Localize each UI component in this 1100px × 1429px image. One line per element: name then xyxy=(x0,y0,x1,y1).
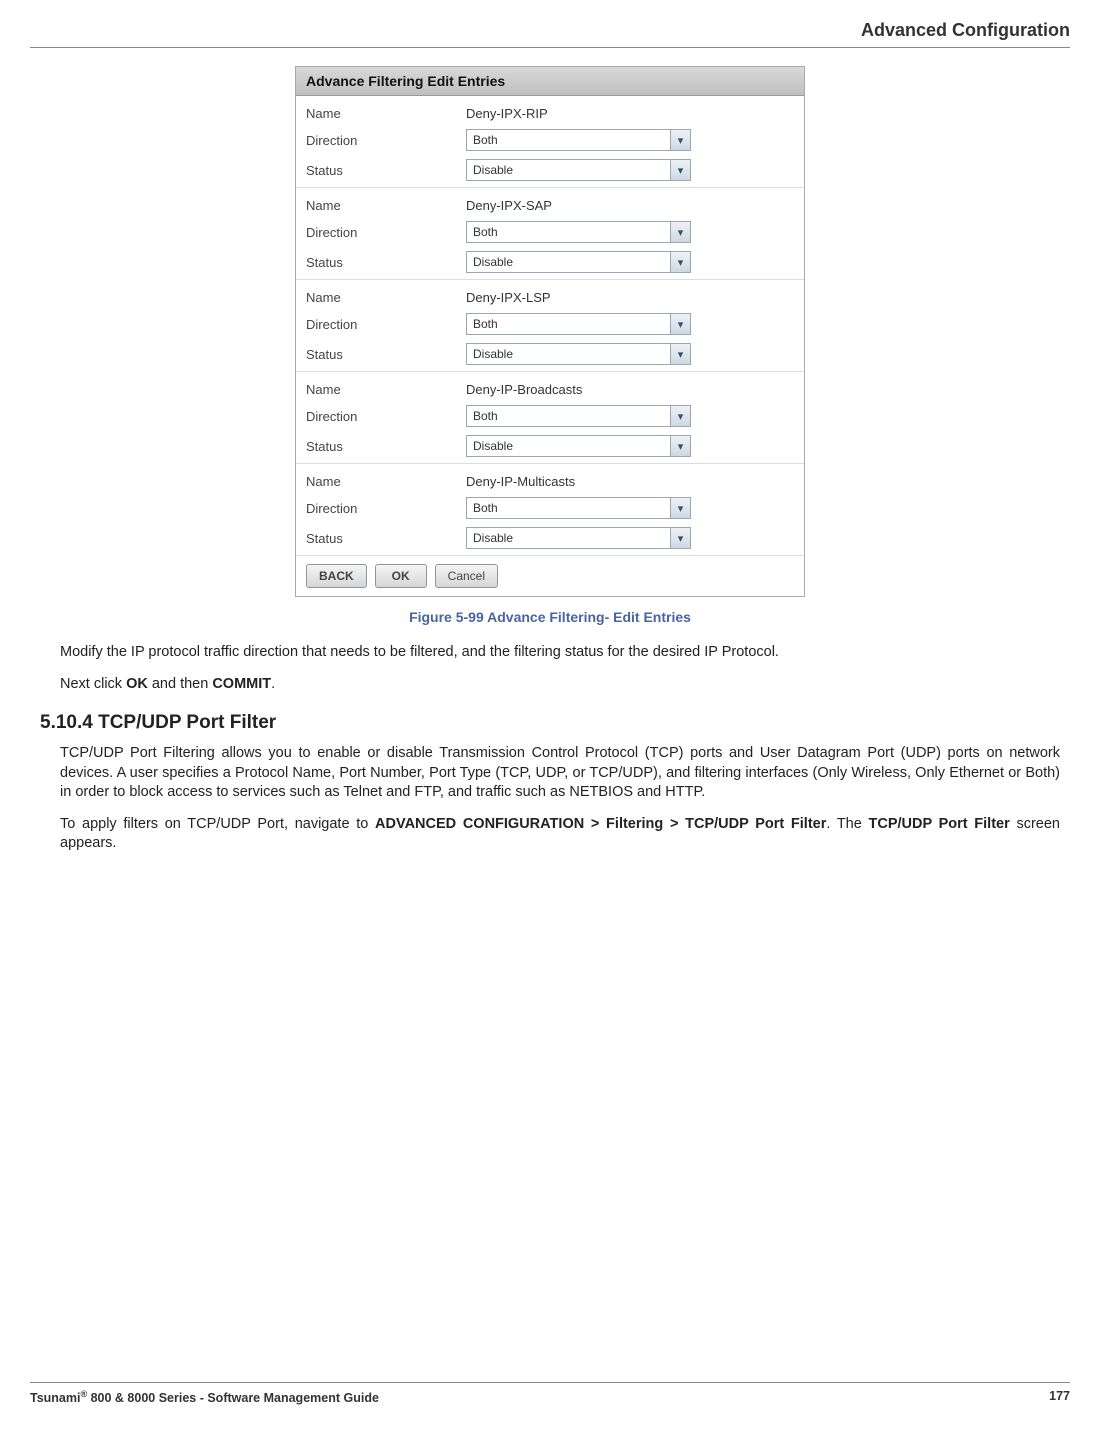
status-select-value: Disable xyxy=(473,163,513,177)
direction-select[interactable]: Both ▾ xyxy=(466,129,691,151)
form-row: Name Deny-IP-Broadcasts xyxy=(306,378,794,401)
status-select-value: Disable xyxy=(473,531,513,545)
form-row: Name Deny-IPX-SAP xyxy=(306,194,794,217)
entry-block: Name Deny-IP-Broadcasts Direction Both ▾… xyxy=(296,371,804,463)
label-direction: Direction xyxy=(306,225,466,240)
status-select-value: Disable xyxy=(473,255,513,269)
text-bold: TCP/UDP Port Filter xyxy=(869,816,1010,832)
paragraph: Modify the IP protocol traffic direction… xyxy=(60,643,1060,663)
footer-product: Tsunami xyxy=(30,1391,80,1405)
chevron-down-icon: ▾ xyxy=(670,130,690,150)
text-bold: ADVANCED CONFIGURATION > Filtering > TCP… xyxy=(375,816,826,832)
label-name: Name xyxy=(306,290,466,305)
value-name: Deny-IPX-SAP xyxy=(466,198,552,213)
header-rule xyxy=(30,47,1070,48)
label-direction: Direction xyxy=(306,409,466,424)
back-button[interactable]: BACK xyxy=(306,564,367,588)
page-header-title: Advanced Configuration xyxy=(0,0,1100,47)
status-select[interactable]: Disable ▾ xyxy=(466,435,691,457)
label-direction: Direction xyxy=(306,317,466,332)
form-row: Status Disable ▾ xyxy=(306,247,794,277)
cancel-button[interactable]: Cancel xyxy=(435,564,498,588)
form-row: Direction Both ▾ xyxy=(306,401,794,431)
chevron-down-icon: ▾ xyxy=(670,406,690,426)
label-name: Name xyxy=(306,474,466,489)
entry-block: Name Deny-IPX-RIP Direction Both ▾ Statu… xyxy=(296,96,804,187)
direction-select[interactable]: Both ▾ xyxy=(466,221,691,243)
body-text: Modify the IP protocol traffic direction… xyxy=(0,643,1100,854)
entry-block: Name Deny-IPX-LSP Direction Both ▾ Statu… xyxy=(296,279,804,371)
status-select[interactable]: Disable ▾ xyxy=(466,343,691,365)
label-name: Name xyxy=(306,198,466,213)
dialog-title: Advance Filtering Edit Entries xyxy=(296,67,804,96)
chevron-down-icon: ▾ xyxy=(670,528,690,548)
chevron-down-icon: ▾ xyxy=(670,252,690,272)
text: . The xyxy=(826,816,868,832)
chevron-down-icon: ▾ xyxy=(670,314,690,334)
value-name: Deny-IP-Multicasts xyxy=(466,474,575,489)
text: and then xyxy=(148,676,213,692)
label-name: Name xyxy=(306,106,466,121)
section-heading: 5.10.4 TCP/UDP Port Filter xyxy=(40,712,1060,734)
form-row: Direction Both ▾ xyxy=(306,125,794,155)
value-name: Deny-IPX-RIP xyxy=(466,106,548,121)
form-row: Status Disable ▾ xyxy=(306,155,794,185)
label-name: Name xyxy=(306,382,466,397)
label-status: Status xyxy=(306,531,466,546)
label-status: Status xyxy=(306,163,466,178)
status-select[interactable]: Disable ▾ xyxy=(466,527,691,549)
paragraph: Next click OK and then COMMIT. xyxy=(60,675,1060,695)
figure-caption: Figure 5-99 Advance Filtering- Edit Entr… xyxy=(0,609,1100,625)
direction-select-value: Both xyxy=(473,409,498,423)
direction-select[interactable]: Both ▾ xyxy=(466,313,691,335)
entry-block: Name Deny-IPX-SAP Direction Both ▾ Statu… xyxy=(296,187,804,279)
label-status: Status xyxy=(306,347,466,362)
label-status: Status xyxy=(306,255,466,270)
form-row: Status Disable ▾ xyxy=(306,431,794,461)
direction-select[interactable]: Both ▾ xyxy=(466,497,691,519)
text: . xyxy=(271,676,275,692)
page-number: 177 xyxy=(1049,1389,1070,1405)
chevron-down-icon: ▾ xyxy=(670,498,690,518)
direction-select-value: Both xyxy=(473,317,498,331)
status-select[interactable]: Disable ▾ xyxy=(466,159,691,181)
page-footer: Tsunami® 800 & 8000 Series - Software Ma… xyxy=(30,1382,1070,1405)
paragraph: To apply filters on TCP/UDP Port, naviga… xyxy=(60,815,1060,854)
form-row: Direction Both ▾ xyxy=(306,493,794,523)
dialog-button-row: BACK OK Cancel xyxy=(296,555,804,596)
form-row: Status Disable ▾ xyxy=(306,523,794,553)
direction-select-value: Both xyxy=(473,225,498,239)
form-row: Direction Both ▾ xyxy=(306,217,794,247)
form-row: Direction Both ▾ xyxy=(306,309,794,339)
status-select[interactable]: Disable ▾ xyxy=(466,251,691,273)
footer-left: Tsunami® 800 & 8000 Series - Software Ma… xyxy=(30,1389,379,1405)
direction-select-value: Both xyxy=(473,501,498,515)
label-status: Status xyxy=(306,439,466,454)
text: To apply filters on TCP/UDP Port, naviga… xyxy=(60,816,375,832)
label-direction: Direction xyxy=(306,501,466,516)
status-select-value: Disable xyxy=(473,347,513,361)
form-row: Name Deny-IPX-RIP xyxy=(306,102,794,125)
form-row: Name Deny-IP-Multicasts xyxy=(306,470,794,493)
chevron-down-icon: ▾ xyxy=(670,344,690,364)
form-row: Name Deny-IPX-LSP xyxy=(306,286,794,309)
text-bold: OK xyxy=(126,676,148,692)
chevron-down-icon: ▾ xyxy=(670,160,690,180)
direction-select[interactable]: Both ▾ xyxy=(466,405,691,427)
text: Next click xyxy=(60,676,126,692)
label-direction: Direction xyxy=(306,133,466,148)
value-name: Deny-IPX-LSP xyxy=(466,290,551,305)
chevron-down-icon: ▾ xyxy=(670,222,690,242)
value-name: Deny-IP-Broadcasts xyxy=(466,382,582,397)
direction-select-value: Both xyxy=(473,133,498,147)
ok-button[interactable]: OK xyxy=(375,564,427,588)
form-row: Status Disable ▾ xyxy=(306,339,794,369)
chevron-down-icon: ▾ xyxy=(670,436,690,456)
footer-title: 800 & 8000 Series - Software Management … xyxy=(87,1391,379,1405)
text-bold: COMMIT xyxy=(212,676,271,692)
entry-block: Name Deny-IP-Multicasts Direction Both ▾… xyxy=(296,463,804,555)
status-select-value: Disable xyxy=(473,439,513,453)
dialog-advance-filtering-edit-entries: Advance Filtering Edit Entries Name Deny… xyxy=(295,66,805,597)
paragraph: TCP/UDP Port Filtering allows you to ena… xyxy=(60,744,1060,803)
